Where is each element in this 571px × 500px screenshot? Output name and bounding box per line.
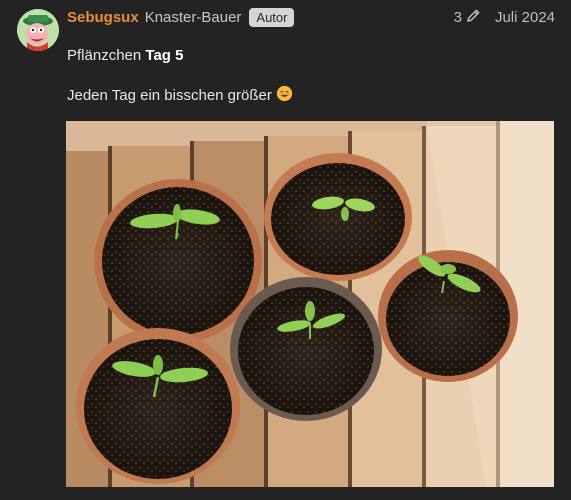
- pot-4: [230, 277, 382, 421]
- forum-post: Sebugsux Knaster-Bauer Autor 3 Juli 2024…: [0, 0, 571, 500]
- smile-emoji-icon: [276, 85, 293, 106]
- post-text-prefix: Pflänzchen: [67, 47, 146, 64]
- post-text: Jeden Tag ein bisschen größer: [67, 87, 272, 104]
- role-badge: Autor: [249, 7, 295, 27]
- post-image[interactable]: [66, 121, 554, 487]
- seedlings-photo: [66, 121, 554, 487]
- pot-1: [94, 179, 262, 343]
- avatar-image: [17, 9, 59, 51]
- pot-3: [378, 250, 518, 382]
- pot-2: [264, 153, 412, 281]
- post-text-line-1: Pflänzchen Tag 5: [67, 47, 183, 64]
- edit-count: 3: [453, 8, 462, 26]
- post-text-line-2: Jeden Tag ein bisschen größer: [67, 85, 293, 106]
- full-name-link[interactable]: Knaster-Bauer: [145, 9, 242, 26]
- user-avatar[interactable]: [17, 9, 59, 51]
- edit-history-button[interactable]: 3: [454, 6, 481, 28]
- pencil-icon: [466, 8, 481, 27]
- post-date[interactable]: Juli 2024: [495, 6, 555, 28]
- post-meta: Sebugsux Knaster-Bauer Autor: [67, 6, 295, 28]
- post-text-bold: Tag 5: [145, 47, 184, 64]
- username-link[interactable]: Sebugsux: [67, 9, 139, 26]
- pot-5: [76, 328, 240, 484]
